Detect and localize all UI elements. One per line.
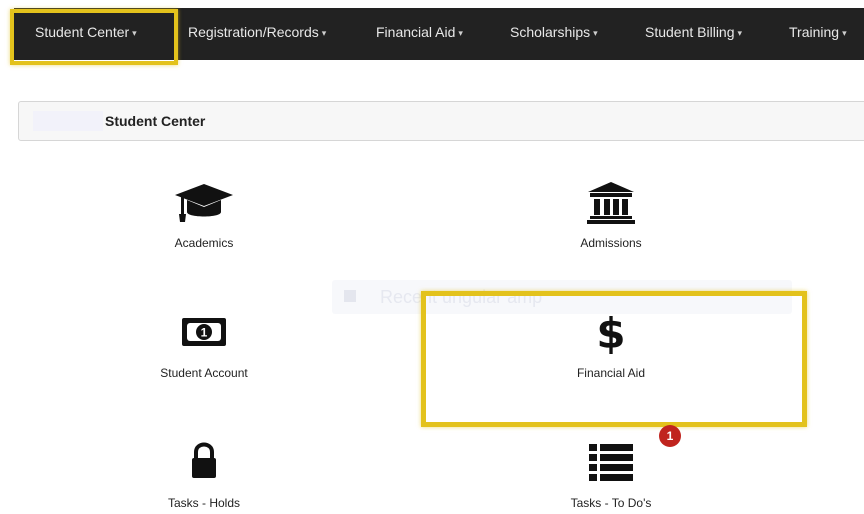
top-navbar: Student Center ▾ Registration/Records ▾ Fi…	[0, 0, 864, 65]
tile-financial-aid[interactable]: $ Financial Aid	[511, 309, 711, 380]
nav-item-student-center[interactable]: Student Center ▾	[35, 8, 137, 60]
faded-overlay-message: Recent ungular amp	[332, 280, 792, 314]
tile-label: Student Account	[160, 366, 248, 380]
tile-label: Tasks - To Do's	[570, 496, 652, 510]
overlay-text: Recent ungular amp	[380, 287, 543, 307]
caret-down-icon: ▾	[458, 28, 463, 38]
svg-text:1: 1	[201, 326, 208, 340]
tile-label: Tasks - Holds	[167, 496, 241, 510]
nav-item-label: Scholarships	[510, 24, 591, 40]
institution-icon	[587, 182, 635, 224]
tile-academics[interactable]: Academics	[104, 180, 304, 250]
nav-item-label: Financial Aid	[376, 24, 456, 40]
dollar-icon: $	[596, 309, 625, 357]
nav-item-financial-aid[interactable]: Financial Aid ▾	[376, 8, 463, 60]
caret-down-icon: ▾	[737, 28, 743, 38]
svg-text:$: $	[596, 309, 625, 357]
nav-item-student-billing[interactable]: Student Billing ▾	[645, 8, 742, 60]
tile-label: Admissions	[580, 236, 642, 250]
tile-label: Financial Aid	[576, 366, 646, 380]
nav-item-label: Student Center	[35, 24, 130, 40]
student-center-page: Student Center ▾ Registration/Records ▾ Fi…	[0, 0, 864, 514]
nav-item-label: Training	[789, 24, 840, 40]
caret-down-icon: ▾	[842, 28, 847, 38]
page-title: Student Center	[105, 113, 206, 129]
money-bill-icon: 1	[182, 318, 226, 346]
nav-item-label: Student Billing	[645, 24, 735, 40]
tile-label: Academics	[174, 236, 234, 250]
lock-icon	[192, 442, 216, 478]
caret-down-icon: ▾	[321, 28, 327, 38]
nav-item-registration-records[interactable]: Registration/Records ▾	[188, 8, 326, 60]
tile-tasks-holds[interactable]: Tasks - Holds	[104, 440, 304, 510]
graduation-cap-icon	[175, 184, 233, 222]
nav-item-label: Registration/Records	[188, 24, 319, 40]
tile-admissions[interactable]: Admissions	[511, 180, 711, 250]
caret-down-icon: ▾	[593, 28, 598, 38]
todo-count-badge: 1	[659, 425, 681, 447]
breadcrumb: Student Center	[18, 101, 864, 141]
tile-student-account[interactable]: 1 Student Account	[104, 310, 304, 380]
tile-tasks-todos[interactable]: Tasks - To Do's	[511, 440, 711, 510]
redacted-area	[33, 111, 103, 131]
caret-down-icon: ▾	[132, 28, 137, 38]
list-icon	[589, 444, 633, 481]
nav-item-scholarships[interactable]: Scholarships ▾	[510, 8, 598, 60]
overlay-square-icon	[344, 290, 356, 302]
navbar-menu: Student Center ▾ Registration/Records ▾ Fi…	[14, 8, 864, 60]
nav-item-training[interactable]: Training ▾	[789, 8, 847, 60]
